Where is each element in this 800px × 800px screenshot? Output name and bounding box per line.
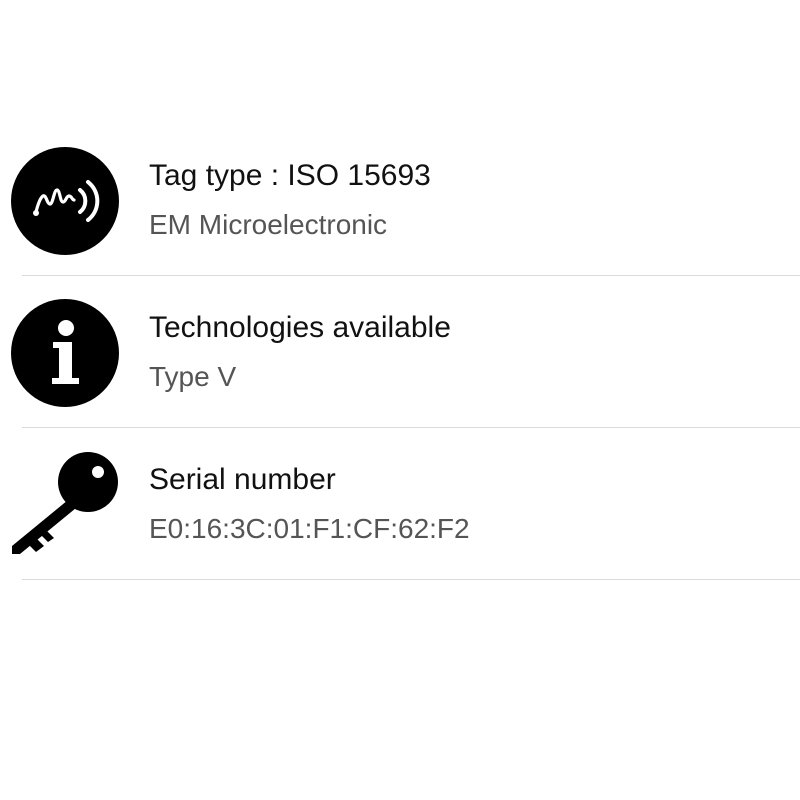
serial-number-value: E0:16:3C:01:F1:CF:62:F2 — [149, 513, 470, 544]
info-icon — [10, 298, 120, 408]
technologies-value: Type V — [149, 361, 237, 392]
list-item-tag-type[interactable]: Tag type : ISO 15693 EM Microelectronic — [0, 124, 800, 276]
list-item-serial-number[interactable]: Serial number E0:16:3C:01:F1:CF:62:F2 — [0, 428, 800, 580]
nfc-tag-icon — [10, 146, 120, 256]
divider — [22, 579, 800, 580]
serial-number-label: Serial number — [149, 463, 336, 496]
tag-manufacturer-value: EM Microelectronic — [149, 209, 388, 240]
tag-info-list: Tag type : ISO 15693 EM Microelectronic … — [0, 124, 800, 580]
list-item-technologies[interactable]: Technologies available Type V — [0, 276, 800, 428]
key-icon — [10, 450, 120, 560]
tag-type-label: Tag type : ISO 15693 — [149, 159, 431, 192]
technologies-label: Technologies available — [149, 311, 451, 344]
